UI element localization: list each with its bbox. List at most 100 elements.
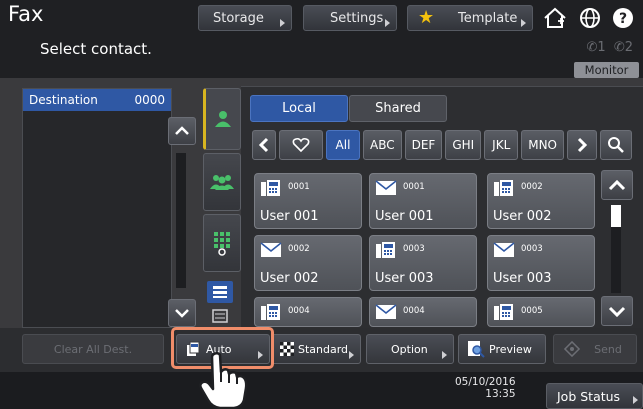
fax-icon (376, 242, 395, 258)
contact-name: User 001 (260, 209, 319, 224)
filter-jkl[interactable]: JKL (484, 130, 519, 160)
contact-name: User 002 (260, 271, 319, 286)
storage-label: Storage (213, 10, 264, 26)
destination-scrollbar[interactable] (176, 153, 186, 288)
chevron-up-icon (608, 179, 626, 190)
heart-icon (292, 137, 310, 153)
template-label: Template (458, 10, 518, 26)
contact-card[interactable]: 0004 (254, 297, 362, 327)
contact-card[interactable]: 0001 User 001 (369, 173, 477, 229)
chevron-down-icon (608, 306, 626, 317)
filter-ghi[interactable]: GHI (445, 130, 482, 160)
phone-icon: ✆ (613, 40, 625, 55)
preview-button[interactable]: Preview (458, 334, 546, 364)
search-button[interactable] (600, 130, 632, 160)
contact-name: User 003 (493, 271, 552, 286)
date-time: 05/10/2016 13:35 (455, 376, 516, 400)
fax-icon (494, 304, 513, 320)
contact-card[interactable]: 0003 User 003 (487, 235, 595, 291)
contact-number: 0001 (403, 182, 425, 192)
arrow-icon (349, 351, 354, 359)
arrow-icon (280, 19, 285, 27)
send-button[interactable]: Send (553, 334, 637, 364)
send-icon (564, 341, 580, 357)
svg-text:?: ? (619, 11, 627, 27)
job-status-button[interactable]: Job Status (546, 383, 643, 409)
filter-mno[interactable]: MNO (521, 130, 564, 160)
contact-card[interactable]: 0004 (369, 297, 477, 327)
preview-icon (468, 341, 485, 358)
contact-card[interactable]: 0002 User 002 (487, 173, 595, 229)
tab-group-contacts[interactable] (203, 153, 241, 211)
contacts-scroll-thumb[interactable] (611, 205, 621, 227)
filter-all[interactable]: All (326, 130, 360, 160)
contact-number: 0001 (288, 182, 310, 192)
line-2-indicator: 2 (624, 40, 633, 55)
phone-icon: ✆ (586, 40, 598, 55)
star-icon: ★ (418, 7, 435, 28)
settings-label: Settings (330, 10, 384, 26)
time-text: 13:35 (485, 388, 516, 400)
message-bar: Select contact. ✆1 ✆2 Monitor (0, 34, 643, 78)
group-icon (210, 175, 234, 190)
standard-button[interactable]: Standard (271, 334, 361, 364)
fax-icon (261, 180, 280, 196)
contact-number: 0004 (288, 306, 310, 316)
monitor-button[interactable]: Monitor (574, 62, 639, 78)
send-label: Send (594, 342, 622, 356)
contacts-scroll-up-button[interactable] (601, 170, 633, 200)
filter-abc[interactable]: ABC (363, 130, 402, 160)
settings-button[interactable]: Settings (303, 5, 397, 31)
email-icon (493, 242, 515, 257)
contact-number: 0002 (288, 244, 310, 254)
grid-view-icon (213, 286, 227, 298)
job-status-label: Job Status (557, 388, 621, 404)
destination-scroll-down-button[interactable] (168, 299, 196, 327)
tab-keypad[interactable] (203, 214, 241, 272)
contact-card[interactable]: 0001 User 001 (254, 173, 362, 229)
contact-card[interactable]: 0005 (487, 297, 595, 327)
option-label: Option (391, 342, 428, 356)
tab-single-contact[interactable] (203, 88, 241, 150)
email-icon (375, 180, 397, 195)
list-view-button[interactable] (207, 306, 233, 326)
contact-number: 0003 (403, 244, 425, 254)
arrow-icon (385, 19, 390, 27)
email-icon (260, 242, 282, 257)
email-icon (375, 304, 397, 319)
help-icon[interactable]: ? (608, 4, 638, 32)
preview-label: Preview (489, 342, 532, 356)
contact-card[interactable]: 0003 User 003 (369, 235, 477, 291)
destination-list[interactable]: Destination 0000 (22, 88, 172, 328)
top-bar: Fax Storage Settings ★ Template ? (0, 0, 643, 34)
contact-number: 0003 (521, 244, 543, 254)
date-text: 05/10/2016 (455, 376, 516, 388)
contact-card[interactable]: 0002 User 002 (254, 235, 362, 291)
globe-icon[interactable] (575, 4, 605, 32)
template-button[interactable]: ★ Template (407, 5, 533, 31)
favorites-filter-button[interactable] (279, 130, 323, 160)
filter-def[interactable]: DEF (404, 130, 443, 160)
search-icon (608, 137, 624, 153)
home-icon[interactable] (540, 4, 570, 32)
shared-tab[interactable]: Shared (349, 95, 447, 122)
filter-prev-button[interactable] (252, 130, 276, 160)
app-title: Fax (8, 2, 44, 26)
storage-button[interactable]: Storage (198, 5, 292, 31)
clear-all-destinations-button[interactable]: Clear All Dest. (22, 334, 164, 364)
option-button[interactable]: Option (366, 334, 454, 364)
pointing-hand-icon (199, 352, 248, 409)
contacts-scroll-down-button[interactable] (601, 296, 633, 326)
chevron-down-icon (175, 309, 189, 318)
arrow-icon (442, 351, 447, 359)
filter-next-button[interactable] (567, 130, 597, 160)
contact-name: User 003 (375, 271, 434, 286)
contact-name: User 002 (493, 209, 552, 224)
arrow-icon (633, 396, 638, 404)
destination-scroll-up-button[interactable] (168, 117, 196, 145)
instruction-text: Select contact. (40, 40, 152, 58)
grid-view-button[interactable] (207, 281, 233, 303)
contact-number: 0002 (521, 182, 543, 192)
local-tab[interactable]: Local (250, 95, 348, 122)
destination-header: Destination 0000 (23, 89, 171, 111)
